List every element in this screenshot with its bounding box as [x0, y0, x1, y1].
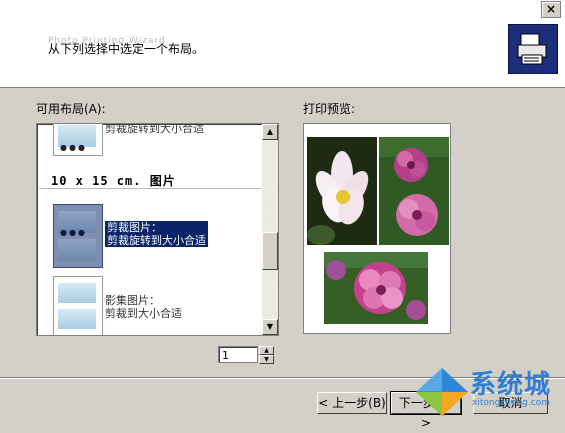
close-button[interactable]: ×	[541, 1, 561, 18]
wizard-header: × Photo Printing Wizard 从下列选择中选定一个布局。	[0, 0, 565, 88]
layouts-scrollbar[interactable]: ▲ ▼	[262, 124, 278, 335]
list-item-label: 剪裁图片： 剪裁旋转到大小合适	[105, 221, 208, 247]
layout-thumbnail	[53, 276, 103, 335]
scroll-down-button[interactable]: ▼	[262, 319, 278, 335]
print-preview-label: 打印预览:	[303, 102, 356, 116]
spin-up-button[interactable]: ▲	[259, 346, 274, 355]
watermark: 系统城 xitongcheng.com	[414, 366, 564, 418]
geranium-photo	[324, 252, 428, 324]
pink-flowers-photo	[379, 137, 449, 245]
printer-icon	[508, 24, 558, 74]
lotus-photo	[307, 137, 377, 245]
layouts-listbox[interactable]: ●●● 剪裁旋转到大小合适 10 x 15 cm. 图片 ●●● 剪裁图片： 剪…	[36, 123, 279, 336]
spin-down-button[interactable]: ▼	[259, 355, 274, 364]
print-preview-pane	[303, 123, 451, 334]
list-item-selected[interactable]: ●●● 剪裁图片： 剪裁旋转到大小合适	[53, 204, 259, 270]
scroll-thumb[interactable]	[262, 232, 278, 270]
available-layouts-label: 可用布局(A):	[36, 102, 106, 116]
diamond-logo-icon	[416, 368, 468, 416]
layout-thumbnail: ●●●	[53, 204, 103, 268]
scroll-up-button[interactable]: ▲	[262, 124, 278, 140]
watermark-url: xitongcheng.com	[472, 398, 550, 408]
list-item-label: 剪裁旋转到大小合适	[105, 123, 204, 135]
group-divider	[39, 188, 261, 189]
list-item-label: 影集图片： 剪裁到大小合适	[105, 294, 182, 320]
list-item[interactable]: 影集图片： 剪裁到大小合适	[53, 276, 259, 335]
copies-input[interactable]: 1	[218, 346, 258, 363]
back-button[interactable]: < 上一步(B)	[317, 392, 387, 414]
group-header: 10 x 15 cm. 图片	[51, 174, 176, 188]
layout-thumbnail: ●●●	[53, 124, 103, 156]
list-item[interactable]: ●●● 剪裁旋转到大小合适	[53, 123, 259, 158]
watermark-text: 系统城	[470, 370, 552, 400]
instruction-text: 从下列选择中选定一个布局。	[48, 42, 205, 56]
